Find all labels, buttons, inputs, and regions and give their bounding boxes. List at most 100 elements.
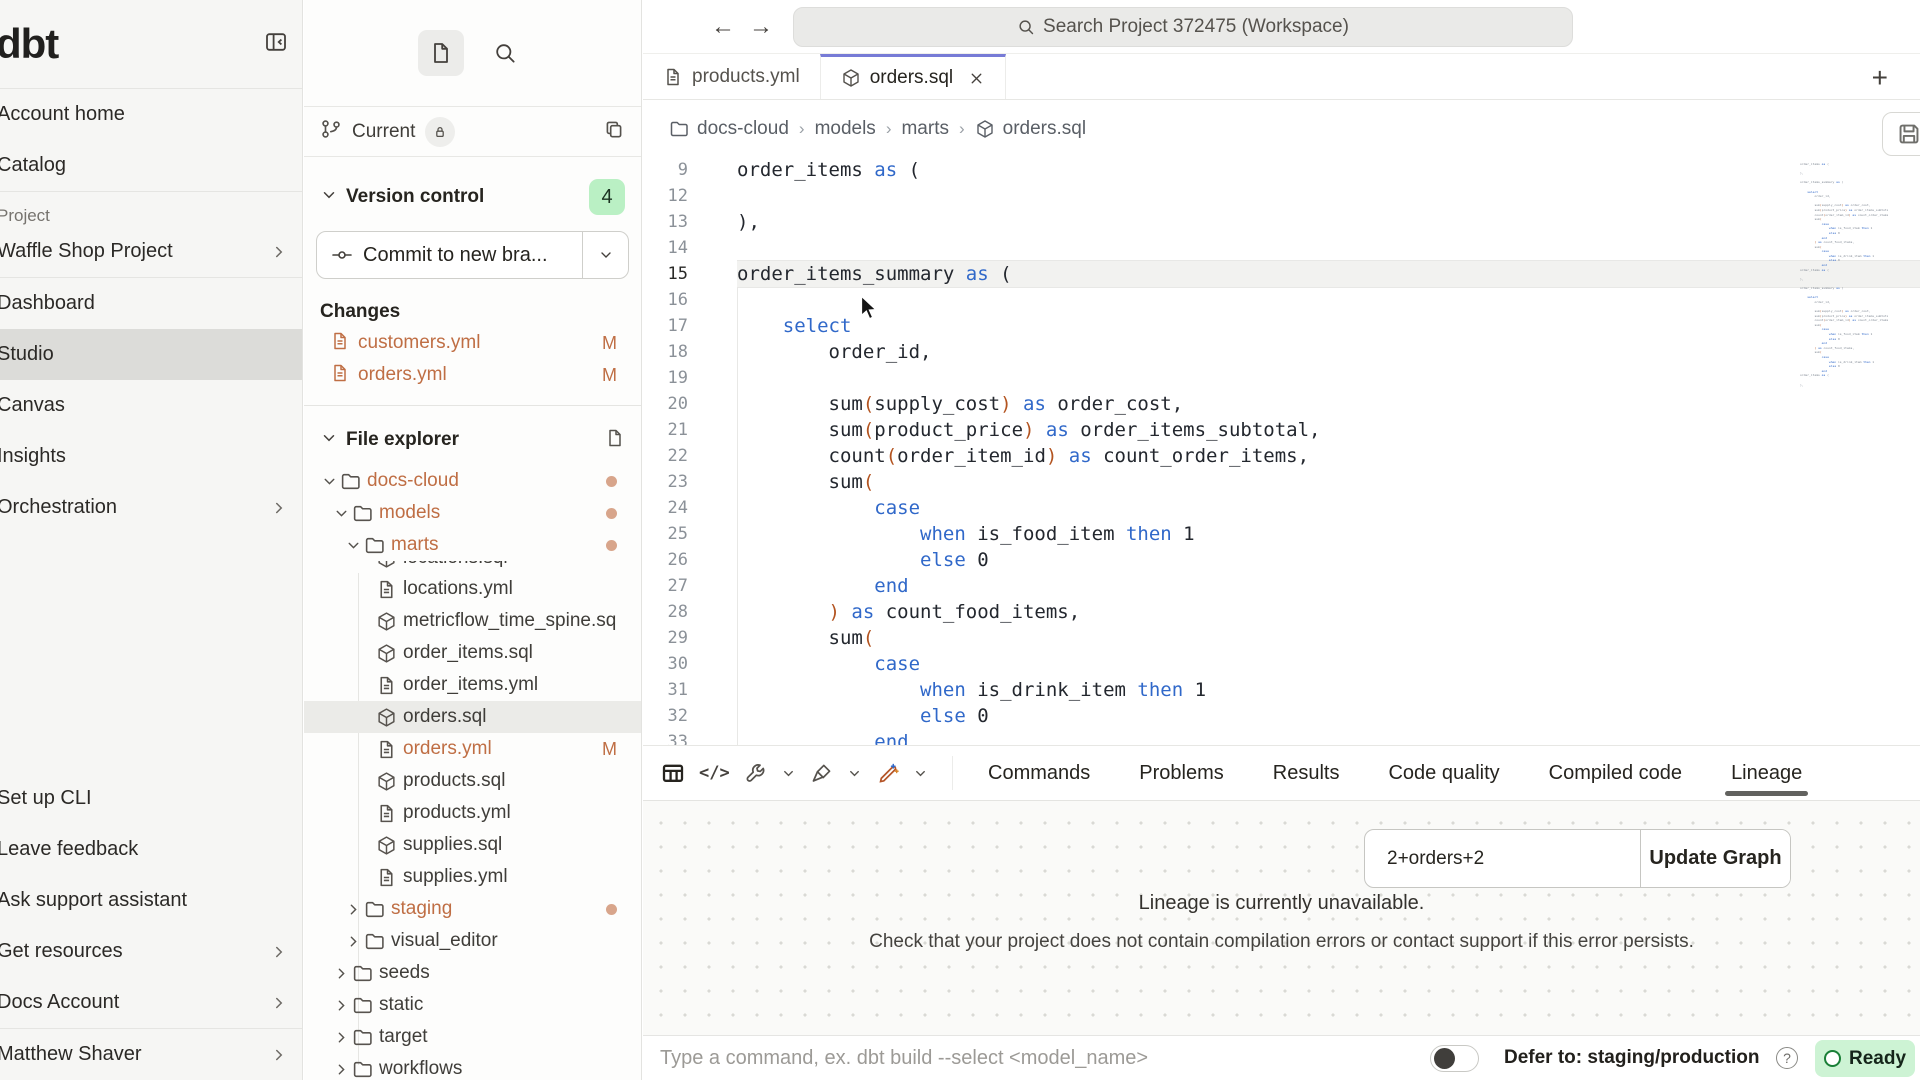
code-line-24[interactable]: 24 case (643, 495, 1920, 521)
command-input[interactable] (660, 1047, 1360, 1070)
changed-file-row[interactable]: customers.ymlM (304, 327, 641, 359)
sidebar-item-canvas[interactable]: Canvas (0, 380, 302, 431)
version-control-header[interactable]: Version control 4 (304, 177, 641, 217)
breadcrumb[interactable]: docs-cloud›models›marts›orders.sql (643, 100, 1920, 157)
help-icon[interactable]: ? (1776, 1047, 1798, 1069)
back-arrow-button[interactable]: ← (706, 10, 740, 44)
ai-fix-pencil-icon[interactable] (876, 762, 899, 785)
search-files-button[interactable] (482, 30, 528, 76)
code-line-17[interactable]: 17 select (643, 313, 1920, 339)
code-line-28[interactable]: 28 ) as count_food_items, (643, 599, 1920, 625)
tree-item-products-yml[interactable]: products.yml (304, 797, 641, 829)
lineage-selector-input[interactable] (1365, 830, 1640, 887)
new-file-button[interactable] (418, 30, 464, 76)
editor-tab-products-yml[interactable]: products.yml (643, 54, 820, 99)
sidebar-item-ask-support-assistant[interactable]: Ask support assistant (0, 875, 302, 926)
code-line-31[interactable]: 31 when is_drink_item then 1 (643, 677, 1920, 703)
new-file-icon[interactable] (605, 428, 625, 453)
sidebar-item-set-up-cli[interactable]: Set up CLI (0, 773, 302, 824)
code-line-30[interactable]: 30 case (643, 651, 1920, 677)
tree-item-marts[interactable]: marts (304, 529, 641, 561)
breadcrumb-item[interactable]: orders.sql (975, 118, 1086, 140)
code-line-19[interactable]: 19 (643, 365, 1920, 391)
sidebar-item-account-home[interactable]: Account home (0, 89, 302, 140)
commit-button[interactable]: Commit to new bra... (316, 231, 629, 279)
sidebar-item-docs-account[interactable]: Docs Account (0, 977, 302, 1028)
tree-item-workflows[interactable]: workflows (304, 1053, 641, 1080)
code-view-icon[interactable]: </> (699, 763, 730, 783)
breadcrumb-item[interactable]: models (815, 118, 876, 140)
panel-collapse-icon[interactable] (264, 30, 288, 59)
file-explorer-header[interactable]: File explorer (304, 420, 641, 460)
code-line-26[interactable]: 26 else 0 (643, 547, 1920, 573)
clean-broom-icon[interactable] (810, 762, 833, 785)
sidebar-item-orchestration[interactable]: Orchestration (0, 482, 302, 533)
code-line-23[interactable]: 23 sum( (643, 469, 1920, 495)
code-line-32[interactable]: 32 else 0 (643, 703, 1920, 729)
panel-tab-lineage[interactable]: Lineage (1731, 746, 1802, 800)
sidebar-item-matthew-shaver[interactable]: Matthew Shaver (0, 1029, 302, 1080)
code-editor[interactable]: 9order_items as (1213),1415order_items_s… (643, 157, 1920, 745)
project-search-button[interactable]: Search Project 372475 (Workspace) (793, 7, 1573, 47)
branch-row[interactable]: Current (304, 107, 641, 157)
code-line-15[interactable]: 15order_items_summary as ( (643, 261, 1920, 287)
tree-item-seeds[interactable]: seeds (304, 957, 641, 989)
minimap[interactable]: order_items as ( ), order_items_summary … (1800, 162, 1888, 390)
code-line-12[interactable]: 12 (643, 183, 1920, 209)
breadcrumb-item[interactable]: marts (901, 118, 949, 140)
breadcrumb-item[interactable]: docs-cloud (669, 118, 789, 140)
tree-item-order-items-yml[interactable]: order_items.yml (304, 669, 641, 701)
results-table-icon[interactable] (661, 761, 685, 785)
tree-item-static[interactable]: static (304, 989, 641, 1021)
sidebar-item-insights[interactable]: Insights (0, 431, 302, 482)
code-line-18[interactable]: 18 order_id, (643, 339, 1920, 365)
panel-tab-commands[interactable]: Commands (988, 746, 1090, 800)
forward-arrow-button[interactable]: → (744, 10, 778, 44)
commit-dropdown-button[interactable] (582, 232, 628, 278)
tree-item-metricflow-time-spine-sql[interactable]: metricflow_time_spine.sql (304, 605, 641, 637)
tree-item-staging[interactable]: staging (304, 893, 641, 925)
save-button[interactable] (1882, 112, 1920, 156)
panel-tab-compiled-code[interactable]: Compiled code (1549, 746, 1682, 800)
chevron-down-icon[interactable] (847, 766, 862, 781)
sidebar-item-leave-feedback[interactable]: Leave feedback (0, 824, 302, 875)
sidebar-item-studio[interactable]: Studio (0, 329, 302, 380)
tree-item-supplies-sql[interactable]: supplies.sql (304, 829, 641, 861)
tree-item-target[interactable]: target (304, 1021, 641, 1053)
code-line-16[interactable]: 16 (643, 287, 1920, 313)
tree-item-products-sql[interactable]: products.sql (304, 765, 641, 797)
code-line-21[interactable]: 21 sum(product_price) as order_items_sub… (643, 417, 1920, 443)
chevron-down-icon[interactable] (781, 766, 796, 781)
tree-item-orders-sql[interactable]: orders.sql (304, 701, 641, 733)
sidebar-item-dashboard[interactable]: Dashboard (0, 278, 302, 329)
code-line-20[interactable]: 20 sum(supply_cost) as order_cost, (643, 391, 1920, 417)
chevron-down-icon[interactable] (913, 766, 928, 781)
update-graph-button[interactable]: Update Graph (1640, 830, 1790, 887)
panel-tab-code-quality[interactable]: Code quality (1388, 746, 1499, 800)
code-line-27[interactable]: 27 end (643, 573, 1920, 599)
copy-icon[interactable] (603, 118, 625, 145)
code-line-14[interactable]: 14 (643, 235, 1920, 261)
close-icon[interactable] (968, 70, 985, 87)
sidebar-item-catalog[interactable]: Catalog (0, 140, 302, 191)
build-tools-icon[interactable] (744, 762, 767, 785)
code-line-33[interactable]: 33 end (643, 729, 1920, 745)
new-tab-button[interactable]: + (1872, 62, 1888, 94)
tree-item-order-items-sql[interactable]: order_items.sql (304, 637, 641, 669)
tree-item-visual-editor[interactable]: visual_editor (304, 925, 641, 957)
changed-file-row[interactable]: orders.ymlM (304, 359, 641, 391)
editor-tab-orders-sql[interactable]: orders.sql (820, 54, 1006, 99)
tree-item-docs-cloud[interactable]: docs-cloud (304, 465, 641, 497)
panel-tab-problems[interactable]: Problems (1139, 746, 1223, 800)
sidebar-item-waffle-shop-project[interactable]: Waffle Shop Project (0, 226, 302, 277)
tree-item-models[interactable]: models (304, 497, 641, 529)
tree-item-supplies-yml[interactable]: supplies.yml (304, 861, 641, 893)
tree-item-orders-yml[interactable]: orders.ymlM (304, 733, 641, 765)
code-line-13[interactable]: 13), (643, 209, 1920, 235)
tree-item-locations-yml[interactable]: locations.yml (304, 573, 641, 605)
code-line-9[interactable]: 9order_items as ( (643, 157, 1920, 183)
code-line-22[interactable]: 22 count(order_item_id) as count_order_i… (643, 443, 1920, 469)
tree-item-locations-sql[interactable]: locations.sql (304, 561, 641, 573)
sidebar-item-get-resources[interactable]: Get resources (0, 926, 302, 977)
status-ready-badge[interactable]: Ready (1815, 1040, 1915, 1077)
